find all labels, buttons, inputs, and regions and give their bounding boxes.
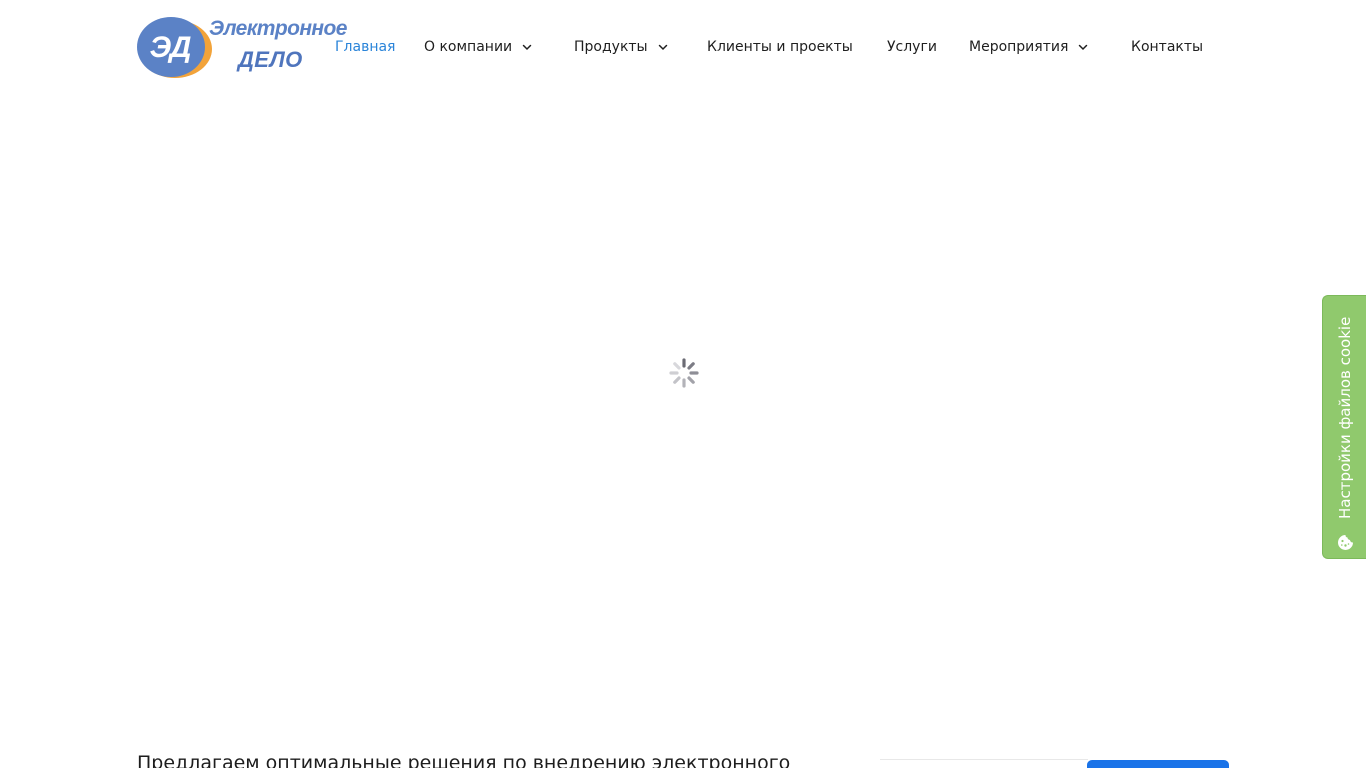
logo-line1: Электронное	[209, 17, 347, 40]
nav-item-label: Клиенты и проекты	[707, 39, 853, 55]
logo-mark-text: ЭД	[150, 31, 191, 64]
hero-tagline: Предлагаем оптимальные решения по внедре…	[137, 752, 791, 768]
cookie-settings-label: Настройки файлов cookie	[1336, 316, 1354, 519]
nav-item-products[interactable]: Продукты	[574, 36, 669, 58]
nav-item-label: Услуги	[887, 39, 937, 55]
cookie-settings-button[interactable]: Настройки файлов cookie	[1322, 295, 1366, 559]
nav-item-label: Мероприятия	[969, 39, 1069, 55]
nav-item-label: О компании	[424, 39, 513, 55]
loading-spinner-icon	[669, 358, 699, 388]
nav-item-label: Контакты	[1131, 39, 1204, 55]
nav-item-about[interactable]: О компании	[424, 36, 533, 58]
logo-mark-icon: ЭД	[137, 17, 212, 78]
logo-wordmark: Электронное ДЕЛО	[209, 17, 347, 77]
cookie-icon	[1338, 535, 1353, 550]
chevron-down-icon	[658, 44, 667, 51]
nav-item-services[interactable]: Услуги	[887, 36, 937, 58]
nav-item-label: Главная	[335, 39, 396, 55]
logo-line2: ДЕЛО	[238, 47, 303, 72]
nav-item-contacts[interactable]: Контакты	[1131, 36, 1203, 58]
hero-action-button[interactable]	[1087, 760, 1229, 768]
site-header: ЭД Электронное ДЕЛО Главная О компании П…	[0, 0, 1366, 94]
site-logo[interactable]: ЭД Электронное ДЕЛО	[137, 15, 347, 79]
chevron-down-icon	[522, 44, 532, 51]
nav-item-events[interactable]: Мероприятия	[969, 36, 1089, 58]
hero-input-field[interactable]	[880, 759, 1088, 768]
nav-item-home[interactable]: Главная	[335, 36, 395, 58]
nav-item-clients[interactable]: Клиенты и проекты	[707, 36, 853, 58]
chevron-down-icon	[1079, 44, 1088, 51]
nav-item-label: Продукты	[574, 39, 648, 55]
